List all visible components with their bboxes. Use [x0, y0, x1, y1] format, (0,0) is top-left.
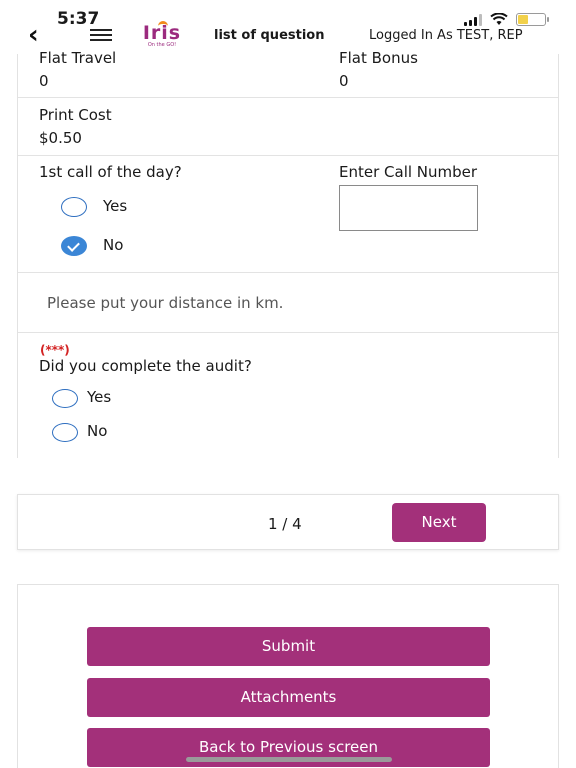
call-number-label: Enter Call Number: [339, 163, 478, 181]
call-number-input[interactable]: [339, 185, 478, 231]
first-call-label: 1st call of the day?: [39, 163, 182, 181]
required-marker: (***): [40, 343, 70, 357]
pagination-bar: 1 / 4 Next: [17, 494, 559, 550]
audit-no-label: No: [87, 422, 108, 440]
flat-travel-label: Flat Travel: [39, 49, 117, 67]
flat-row: Flat Travel 0 Flat Bonus 0: [18, 49, 558, 98]
print-cost-label: Print Cost: [39, 106, 112, 124]
flat-bonus-value: 0: [339, 72, 349, 90]
flat-travel-value: 0: [39, 72, 49, 90]
iris-logo: Iris On the GO!: [139, 21, 185, 48]
action-panel: Submit Attachments Back to Previous scre…: [17, 584, 559, 768]
home-indicator: [186, 757, 392, 762]
first-call-no-radio[interactable]: [61, 236, 87, 256]
print-cost-value: $0.50: [39, 129, 82, 147]
audit-question: Did you complete the audit?: [39, 357, 252, 375]
audit-yes-label: Yes: [87, 388, 112, 406]
first-call-yes-label: Yes: [103, 197, 128, 215]
question-form: Flat Travel 0 Flat Bonus 0 Print Cost $0…: [17, 49, 559, 458]
logged-in-user: Logged In As TEST, REP: [369, 28, 523, 43]
audit-yes-radio[interactable]: [52, 389, 78, 408]
logo-text: Iris: [142, 22, 182, 44]
flat-bonus-label: Flat Bonus: [339, 49, 418, 67]
page-title: list of question: [214, 28, 325, 43]
first-call-yes-radio[interactable]: [61, 197, 87, 217]
attachments-button[interactable]: Attachments: [87, 678, 490, 717]
first-call-no-label: No: [103, 236, 124, 254]
print-cost-row: Print Cost $0.50: [18, 98, 558, 156]
hamburger-menu-icon[interactable]: [90, 29, 112, 44]
distance-hint: Please put your distance in km.: [47, 294, 284, 312]
next-button[interactable]: Next: [392, 503, 486, 542]
back-arrow-icon[interactable]: ‹: [28, 22, 39, 48]
audit-no-radio[interactable]: [52, 423, 78, 442]
page-indicator: 1 / 4: [268, 515, 302, 533]
submit-button[interactable]: Submit: [87, 627, 490, 666]
